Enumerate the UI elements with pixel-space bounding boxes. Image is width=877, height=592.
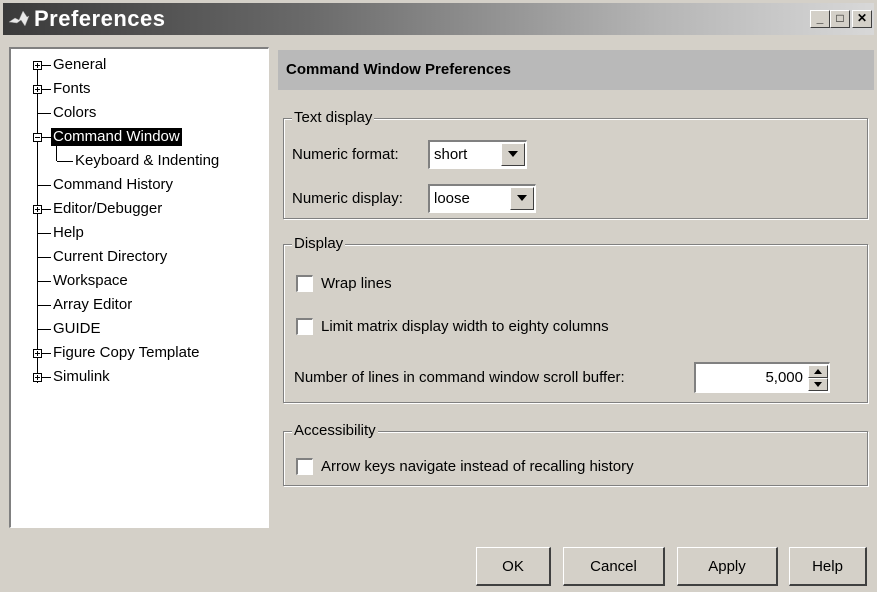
numeric-format-value: short — [434, 146, 468, 163]
close-button[interactable]: ✕ — [852, 10, 872, 28]
wrap-lines-checkbox[interactable] — [296, 275, 313, 292]
wrap-lines-label[interactable]: Wrap lines — [321, 275, 392, 293]
ok-button[interactable]: OK — [476, 547, 551, 586]
arrow-keys-label[interactable]: Arrow keys navigate instead of recalling… — [321, 458, 634, 476]
tree-item-general[interactable]: General — [51, 56, 108, 74]
scroll-buffer-value: 5,000 — [765, 369, 803, 386]
numeric-format-label: Numeric format: — [292, 146, 399, 163]
tree-item-fonts[interactable]: Fonts — [51, 80, 93, 98]
spin-up-button[interactable] — [808, 365, 828, 378]
scroll-buffer-label: Number of lines in command window scroll… — [294, 369, 625, 386]
tree-item-help[interactable]: Help — [51, 224, 86, 242]
tree-item-current-directory[interactable]: Current Directory — [51, 248, 169, 266]
accessibility-legend: Accessibility — [292, 422, 378, 440]
preferences-tree[interactable]: General Fonts Colors Command Window Keyb… — [9, 47, 269, 528]
spin-down-button[interactable] — [808, 378, 828, 391]
text-display-legend: Text display — [292, 109, 375, 127]
title-bar[interactable]: Preferences _ □ ✕ — [3, 3, 874, 35]
numeric-display-value: loose — [434, 190, 470, 207]
panel-title: Command Window Preferences — [286, 61, 511, 78]
tree-item-array-editor[interactable]: Array Editor — [51, 296, 134, 314]
panel-header: Command Window Preferences — [278, 50, 874, 90]
scroll-buffer-spinner[interactable]: 5,000 — [694, 362, 830, 393]
tree-item-keyboard-indenting[interactable]: Keyboard & Indenting — [73, 152, 221, 170]
tree-item-editor-debugger[interactable]: Editor/Debugger — [51, 200, 164, 218]
limit-matrix-checkbox[interactable] — [296, 318, 313, 335]
maximize-icon: □ — [836, 11, 844, 25]
tree-lines — [33, 61, 73, 383]
tree-item-guide[interactable]: GUIDE — [51, 320, 103, 338]
maximize-button[interactable]: □ — [830, 10, 850, 28]
preferences-window: Preferences _ □ ✕ General Fonts Colors C… — [0, 0, 877, 592]
numeric-display-dropdown-button[interactable] — [510, 187, 534, 210]
numeric-format-dropdown[interactable]: short — [428, 140, 527, 169]
tree-item-colors[interactable]: Colors — [51, 104, 98, 122]
cancel-button[interactable]: Cancel — [563, 547, 665, 586]
chevron-down-icon — [508, 151, 518, 157]
tree-item-figure-copy-template[interactable]: Figure Copy Template — [51, 344, 201, 362]
help-button[interactable]: Help — [789, 547, 867, 586]
tree-item-command-history[interactable]: Command History — [51, 176, 175, 194]
close-icon: ✕ — [856, 11, 868, 25]
arrow-keys-checkbox[interactable] — [296, 458, 313, 475]
arrow-up-icon — [814, 369, 822, 374]
tree-item-simulink[interactable]: Simulink — [51, 368, 112, 386]
minimize-icon: _ — [816, 11, 824, 25]
matlab-logo-icon — [8, 10, 30, 27]
minimize-button[interactable]: _ — [810, 10, 830, 28]
chevron-down-icon — [517, 195, 527, 201]
limit-matrix-label[interactable]: Limit matrix display width to eighty col… — [321, 318, 609, 336]
numeric-display-dropdown[interactable]: loose — [428, 184, 536, 213]
window-title: Preferences — [34, 6, 166, 31]
numeric-display-label: Numeric display: — [292, 190, 403, 207]
display-legend: Display — [292, 235, 346, 253]
tree-item-workspace[interactable]: Workspace — [51, 272, 130, 290]
arrow-down-icon — [814, 382, 822, 387]
numeric-format-dropdown-button[interactable] — [501, 143, 525, 166]
tree-item-command-window[interactable]: Command Window — [51, 128, 182, 146]
apply-button[interactable]: Apply — [677, 547, 778, 586]
